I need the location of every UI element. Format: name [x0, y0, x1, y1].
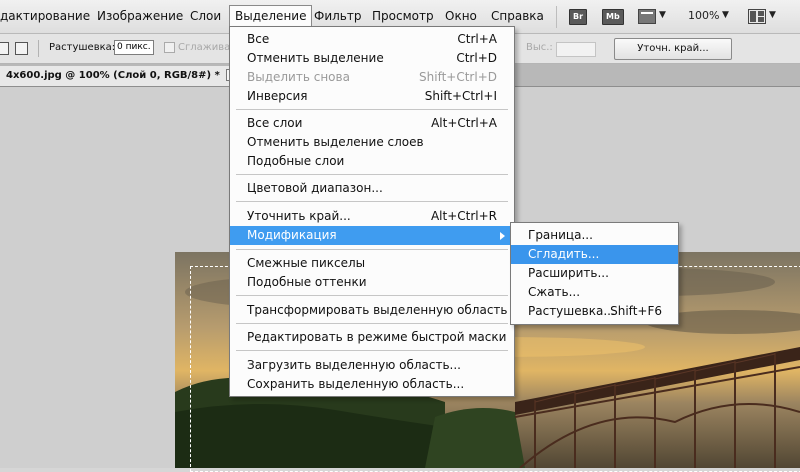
options-divider [38, 40, 39, 57]
menu-item-deselect-layers[interactable]: Отменить выделение слоев [230, 133, 514, 152]
height-label: Выс.: [526, 42, 553, 53]
chevron-down-icon[interactable]: ▼ [769, 10, 776, 20]
menu-item-inverse[interactable]: Инверсия Shift+Ctrl+I [230, 87, 514, 106]
arrange-documents-icon[interactable] [748, 9, 766, 24]
submenu-item-contract[interactable]: Сжать... [511, 283, 678, 302]
menu-item-label: Сжать... [528, 285, 581, 299]
menu-item-color-range[interactable]: Цветовой диапазон... [230, 179, 514, 198]
menu-image[interactable]: Изображение [97, 9, 183, 23]
menu-window[interactable]: Окно [445, 9, 477, 23]
menu-item-refine-edge[interactable]: Уточнить край... Alt+Ctrl+R [230, 207, 514, 226]
menu-separator [236, 201, 508, 202]
menu-item-reselect: Выделить снова Shift+Ctrl+D [230, 68, 514, 87]
menu-item-shortcut: Shift+Ctrl+D [419, 70, 497, 84]
menubar-divider [556, 6, 557, 28]
submenu-item-border[interactable]: Граница... [511, 226, 678, 245]
submenu-arrow-icon [500, 232, 505, 240]
menu-item-load-selection[interactable]: Загрузить выделенную область... [230, 356, 514, 375]
menu-item-label: Отменить выделение слоев [247, 135, 424, 149]
menu-item-label: Подобные оттенки [247, 275, 367, 289]
submenu-item-smooth[interactable]: Сгладить... [511, 245, 678, 264]
menu-separator [236, 174, 508, 175]
menu-item-label: Сгладить... [528, 247, 600, 261]
submenu-item-expand[interactable]: Расширить... [511, 264, 678, 283]
menu-item-modify[interactable]: Модификация [230, 226, 514, 245]
feather-label: Растушевка: [49, 42, 116, 53]
modify-submenu: Граница... Сгладить... Расширить... Сжат… [510, 222, 679, 325]
menu-item-shortcut: Shift+F6 [610, 304, 662, 318]
menu-item-shortcut: Ctrl+D [456, 51, 497, 65]
menu-item-label: Граница... [528, 228, 593, 242]
menu-item-label: Загрузить выделенную область... [247, 358, 461, 372]
menu-item-label: Редактировать в режиме быстрой маски [247, 330, 507, 344]
menu-item-quick-mask[interactable]: Редактировать в режиме быстрой маски [230, 328, 514, 347]
height-field [556, 42, 596, 57]
document-tab[interactable]: 4x600.jpg @ 100% (Слой 0, RGB/8#) *× [0, 66, 245, 86]
menu-item-similar-layers[interactable]: Подобные слои [230, 152, 514, 171]
menu-item-label: Все [247, 32, 270, 46]
menu-item-shortcut: Ctrl+A [457, 32, 497, 46]
menu-separator [236, 350, 508, 351]
menu-item-label: Растушевка... [528, 304, 615, 318]
menu-item-label: Отменить выделение [247, 51, 384, 65]
antialias-label: Сглажива [178, 42, 231, 53]
menu-layer[interactable]: Слои [190, 9, 221, 23]
menu-filter[interactable]: Фильтр [314, 9, 361, 23]
menu-item-label: Сохранить выделенную область... [247, 377, 465, 391]
menu-select[interactable]: Выделение [229, 5, 313, 27]
menu-item-save-selection[interactable]: Сохранить выделенную область... [230, 375, 514, 394]
menu-item-label: Трансформировать выделенную область [247, 303, 508, 317]
menu-separator [236, 109, 508, 110]
selection-mode-icon[interactable] [0, 42, 9, 55]
menu-edit[interactable]: дактирование [0, 9, 90, 23]
menu-help[interactable]: Справка [491, 9, 544, 23]
menu-item-transform-selection[interactable]: Трансформировать выделенную область [230, 301, 514, 320]
view-extras-icon[interactable] [638, 9, 656, 24]
chevron-down-icon[interactable]: ▼ [659, 10, 666, 20]
menu-item-shortcut: Alt+Ctrl+A [431, 116, 497, 130]
menu-item-label: Выделить снова [247, 70, 350, 84]
menu-item-label: Подобные слои [247, 154, 345, 168]
document-title: 4x600.jpg @ 100% (Слой 0, RGB/8#) * [6, 70, 220, 81]
zoom-level[interactable]: 100% [688, 9, 719, 22]
feather-input[interactable]: 0 пикс. [114, 40, 154, 55]
menu-separator [236, 249, 508, 250]
submenu-item-feather[interactable]: Растушевка... Shift+F6 [511, 302, 678, 321]
menu-item-label: Смежные пикселы [247, 256, 366, 270]
chevron-down-icon[interactable]: ▼ [722, 10, 729, 20]
menu-item-label: Инверсия [247, 89, 308, 103]
menu-item-all[interactable]: Все Ctrl+A [230, 30, 514, 49]
antialias-checkbox[interactable] [164, 42, 175, 53]
bridge-icon[interactable]: Br [569, 9, 588, 25]
menu-item-label: Цветовой диапазон... [247, 181, 383, 195]
menu-item-label: Расширить... [528, 266, 609, 280]
menu-item-shortcut: Alt+Ctrl+R [430, 209, 497, 223]
menu-item-all-layers[interactable]: Все слои Alt+Ctrl+A [230, 114, 514, 133]
menu-item-deselect[interactable]: Отменить выделение Ctrl+D [230, 49, 514, 68]
add-to-selection-icon[interactable] [15, 42, 28, 55]
menu-item-label: Уточнить край... [247, 209, 351, 223]
menu-item-similar[interactable]: Подобные оттенки [230, 273, 514, 292]
menu-item-label: Все слои [247, 116, 303, 130]
menu-item-shortcut: Shift+Ctrl+I [424, 89, 497, 103]
menu-separator [236, 323, 508, 324]
menu-separator [236, 295, 508, 296]
menu-item-grow[interactable]: Смежные пикселы [230, 254, 514, 273]
mini-bridge-icon[interactable]: Mb [602, 9, 624, 25]
refine-edge-button[interactable]: Уточн. край... [614, 38, 732, 60]
menu-item-label: Модификация [247, 228, 337, 242]
menu-view[interactable]: Просмотр [372, 9, 434, 23]
select-menu-dropdown: Все Ctrl+A Отменить выделение Ctrl+D Выдел… [229, 26, 515, 397]
